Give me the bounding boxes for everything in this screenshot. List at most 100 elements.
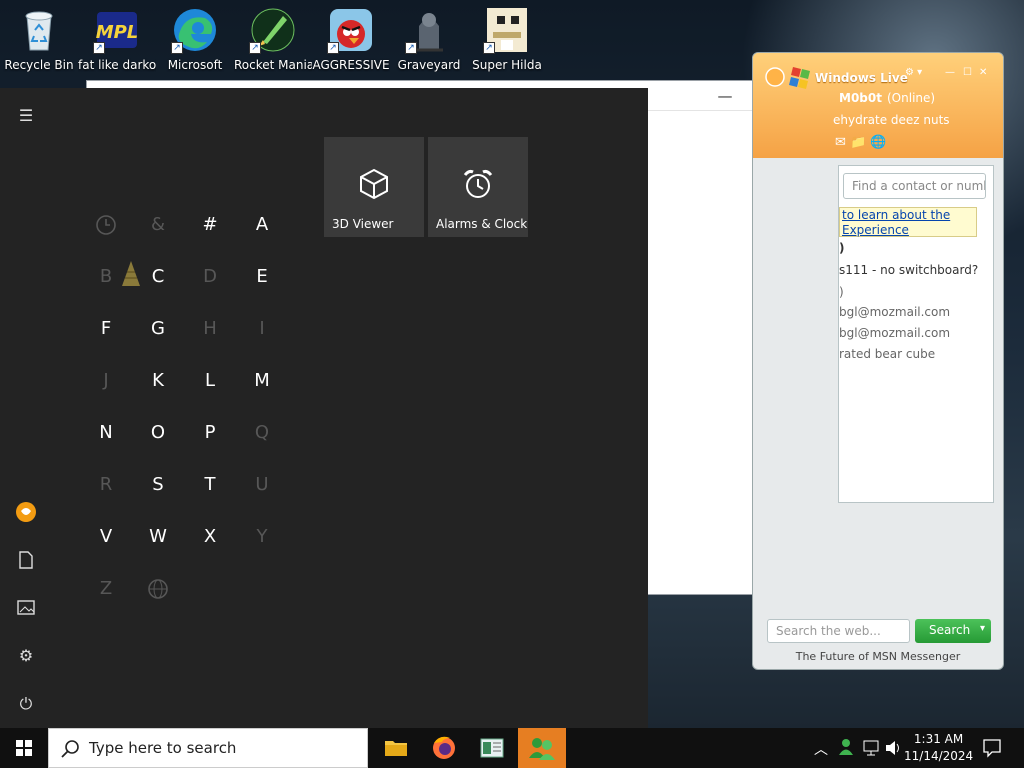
contact-row[interactable]: bgl@mozmail.com — [839, 305, 950, 319]
letter-group-n[interactable]: N — [86, 413, 126, 453]
options-icon[interactable]: ⚙ ▾ — [905, 67, 922, 78]
maximize-button[interactable]: ☐ — [963, 67, 972, 78]
messenger-tray-icon[interactable] — [836, 728, 856, 768]
contact-row[interactable]: bgl@mozmail.com — [839, 326, 950, 340]
clock-time: 1:31 AM — [913, 732, 964, 746]
letter-group-u: U — [255, 474, 269, 495]
angry-bird-icon: ↗ — [327, 6, 375, 54]
volume-icon[interactable] — [884, 728, 904, 768]
web-search-button[interactable]: Search ▾ — [915, 619, 991, 643]
contact-row[interactable]: ) — [839, 285, 844, 299]
letter-group-m[interactable]: M — [242, 361, 282, 401]
settings-gear-icon[interactable]: ⚙ — [12, 642, 40, 670]
letter-group-p[interactable]: P — [190, 413, 230, 453]
user-avatar[interactable] — [12, 498, 40, 526]
letter-group-l[interactable]: L — [190, 361, 230, 401]
desktop-icon-mpl[interactable]: MPL ↗ fat like darkok — [78, 6, 156, 72]
svg-text:MPL: MPL — [96, 22, 139, 43]
notifications-icon[interactable] — [982, 728, 1002, 768]
letter-group-f[interactable]: F — [86, 309, 126, 349]
taskbar-app-window[interactable] — [468, 728, 516, 768]
letter-group-q: Q — [254, 422, 270, 443]
recent-clock-icon — [86, 205, 126, 245]
letter-group-a[interactable]: A — [242, 205, 282, 245]
power-icon[interactable]: ⏻ — [12, 690, 40, 718]
desktop-icon-super-hilda[interactable]: ↗ Super Hilda — [468, 6, 546, 72]
letter-group-v[interactable]: V — [86, 517, 126, 557]
notice-link[interactable]: Experience — [842, 223, 976, 238]
search-placeholder: Type here to search — [89, 739, 237, 757]
messenger-logo-icon — [765, 67, 810, 89]
desktop-icon-graveyard[interactable]: ↗ Graveyard — [390, 6, 468, 72]
tile-label: Alarms & Clock — [436, 217, 528, 231]
show-hidden-icons[interactable]: ︿ — [814, 728, 828, 768]
shortcut-arrow-icon: ↗ — [483, 42, 495, 54]
display-name[interactable]: M0b0t — [839, 91, 882, 105]
mpl-icon: MPL ↗ — [93, 6, 141, 54]
messenger-footer: The Future of MSN Messenger — [795, 650, 961, 663]
contact-row[interactable]: s111 - no switchboard? — [839, 263, 978, 277]
start-menu[interactable]: ☰ ⚙ ⏻ & # A B C D E F G H I J K L M N O P Q R S T U V W X Y Z 3D Vi… — [0, 88, 648, 728]
desktop-icon-angry-birds[interactable]: ↗ AGGRESSIVE — [312, 6, 390, 72]
desktop-icon-rocket-mania[interactable]: ↗ Rocket Mania — [234, 6, 312, 72]
letter-group-k[interactable]: K — [138, 361, 178, 401]
system-clock[interactable]: 1:31 AM 11/14/2024 — [904, 731, 973, 765]
hamburger-menu-icon[interactable]: ☰ — [12, 102, 40, 130]
letter-group-s[interactable]: S — [138, 465, 178, 505]
letter-group-o[interactable]: O — [138, 413, 178, 453]
chevron-down-icon[interactable]: ▾ — [980, 623, 985, 634]
search-icon — [61, 740, 79, 758]
pictures-icon[interactable] — [12, 594, 40, 622]
notice-link[interactable]: to learn about the — [842, 208, 976, 223]
desktop-icon-label: fat like darkok — [78, 58, 156, 72]
contact-row[interactable]: ) — [839, 241, 844, 255]
taskbar-messenger[interactable] — [518, 728, 566, 768]
letter-group-w[interactable]: W — [138, 517, 178, 557]
taskbar-search[interactable]: Type here to search — [48, 728, 368, 768]
rocket-mania-icon: ↗ — [249, 6, 297, 54]
status-text[interactable]: (Online) — [887, 91, 935, 105]
close-button[interactable]: ✕ — [979, 67, 987, 78]
letter-group-y: Y — [256, 526, 268, 547]
desktop-icon-label: Recycle Bin — [4, 58, 74, 72]
letter-group-c[interactable]: C — [138, 257, 178, 297]
tile-3d-viewer[interactable]: 3D Viewer — [324, 137, 424, 237]
personal-message[interactable]: ehydrate deez nuts — [833, 113, 950, 127]
alarm-clock-icon — [463, 169, 493, 198]
contact-row[interactable]: rated bear cube — [839, 347, 935, 361]
web-search-input[interactable]: Search the web... — [767, 619, 910, 643]
messenger-buddy-icon — [529, 738, 555, 760]
letter-group-x[interactable]: X — [190, 517, 230, 557]
letter-group-e[interactable]: E — [242, 257, 282, 297]
letter-group-g[interactable]: G — [138, 309, 178, 349]
info-notice[interactable]: to learn about the Experience — [839, 207, 977, 237]
shortcut-arrow-icon: ↗ — [327, 42, 339, 54]
globe-icon — [138, 569, 178, 609]
start-button[interactable] — [0, 728, 48, 768]
desktop-icon-label: AGGRESSIVE — [312, 58, 390, 72]
letter-group-hash[interactable]: # — [190, 205, 230, 245]
network-icon[interactable] — [862, 728, 880, 768]
desktop-icon-edge[interactable]: ↗ Microsoft — [156, 6, 234, 72]
letter-group-r: R — [99, 474, 113, 495]
tile-alarms-clock[interactable]: Alarms & Clock — [428, 137, 528, 237]
taskbar-firefox[interactable] — [420, 728, 468, 768]
minimize-button[interactable]: — — [702, 85, 748, 107]
letter-group-t[interactable]: T — [190, 465, 230, 505]
desktop-icon-recycle-bin[interactable]: Recycle Bin — [0, 6, 78, 72]
desktop-icon-label: Microsoft — [167, 58, 223, 72]
app-window-icon — [480, 738, 504, 758]
windows-logo-icon — [16, 740, 32, 756]
taskbar-file-explorer[interactable] — [372, 728, 420, 768]
documents-icon[interactable] — [12, 546, 40, 574]
letter-group-d: D — [203, 266, 217, 287]
shortcut-arrow-icon: ↗ — [93, 42, 105, 54]
firefox-icon — [433, 736, 455, 759]
letter-group-h: H — [203, 318, 217, 339]
recycle-bin-icon — [15, 6, 63, 54]
super-hilda-icon: ↗ — [483, 6, 531, 54]
minimize-button[interactable]: — — [945, 67, 955, 78]
toolbar-icons[interactable]: ✉ 📁 🌐 — [835, 135, 887, 150]
find-contact-input[interactable]: Find a contact or numbe — [843, 173, 986, 199]
messenger-window[interactable]: Windows Live ⚙ ▾ — ☐ ✕ M0b0t (Online) eh… — [752, 52, 1004, 670]
